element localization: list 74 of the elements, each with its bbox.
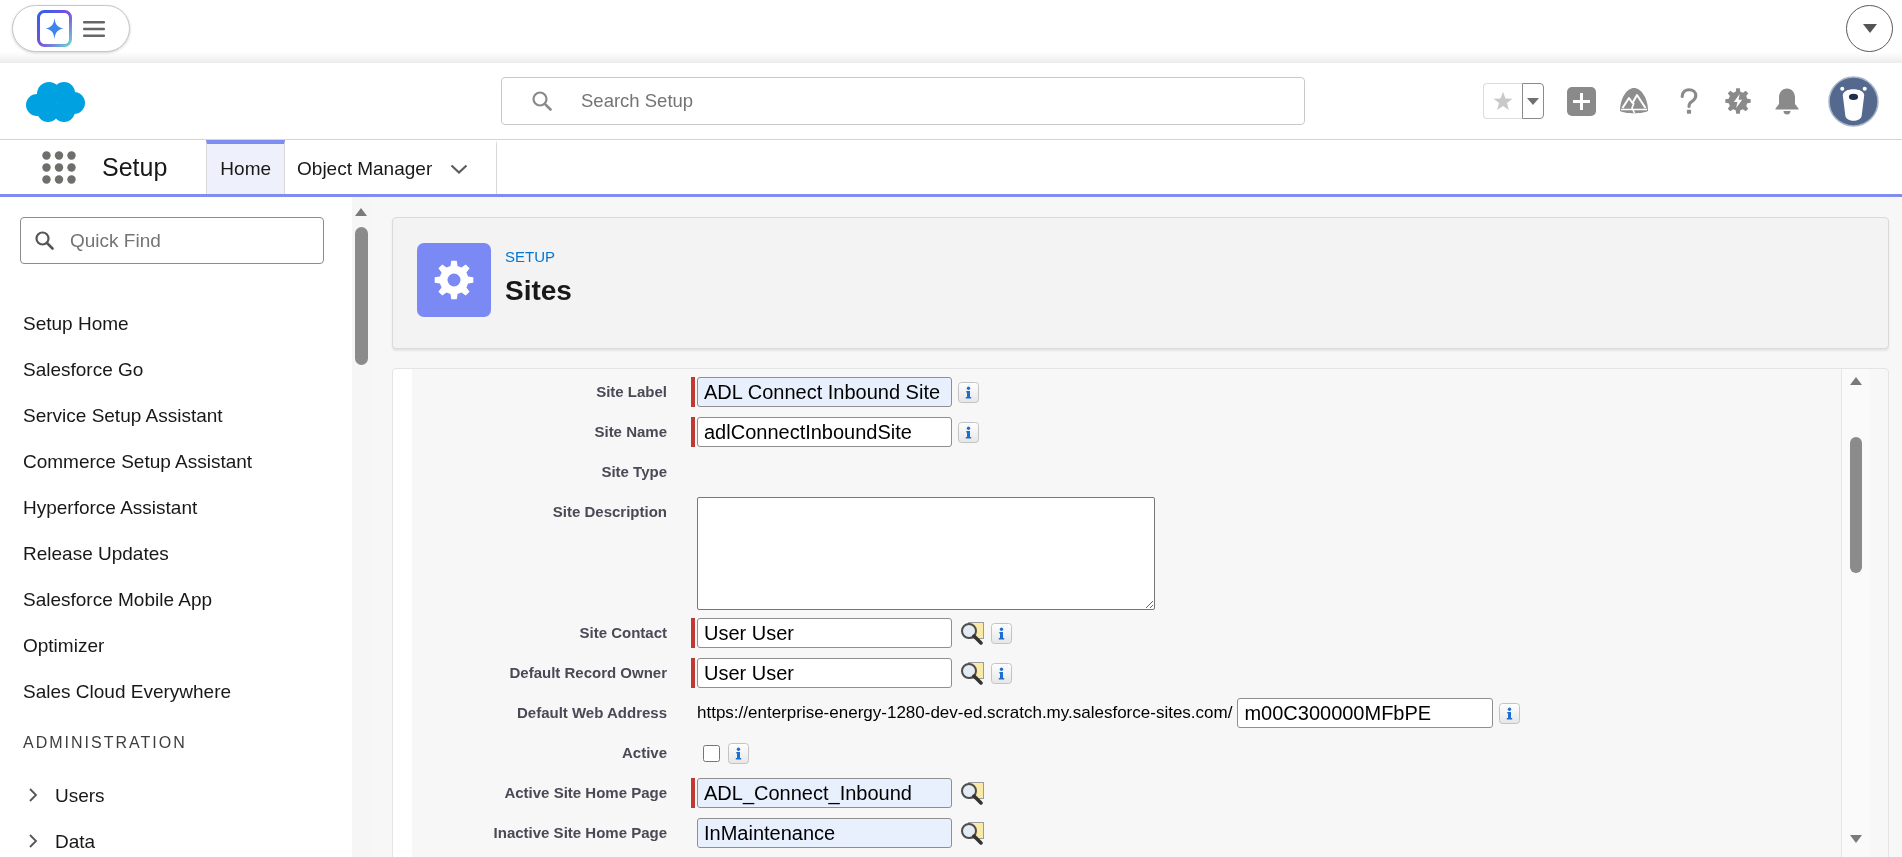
avatar-icon[interactable] [1828,75,1879,127]
star-icon [1493,91,1513,111]
lookup-icon[interactable] [959,781,985,805]
bell-icon[interactable] [1773,87,1801,115]
info-icon[interactable] [991,622,1012,644]
lookup-input[interactable]: ADL_Connect_Inbound [697,778,952,808]
field-label: Site Contact [579,624,667,641]
info-icon[interactable] [1499,702,1521,724]
info-icon[interactable] [958,421,979,443]
web-address-text: https://enterprise-energy-1280-dev-ed.scratch.my.salesforce-sites.com/ [697,703,1233,723]
sidebar-link[interactable]: Service Setup Assistant [23,403,223,427]
search-icon [532,91,552,111]
chevron-down-icon[interactable] [450,164,469,174]
field-label: Site Type [601,463,667,480]
caret-down-icon [1527,97,1539,105]
lookup-input[interactable]: User User [697,618,952,648]
sidebar-link[interactable]: Users [28,783,105,807]
checkbox[interactable] [703,744,720,762]
scrollbar-thumb[interactable] [1850,437,1862,573]
sidebar-link[interactable]: Optimizer [23,633,105,657]
lookup-input[interactable]: User User [697,658,952,688]
assistant-menu-button[interactable] [12,5,130,52]
sidebar-link[interactable]: Sales Cloud Everywhere [23,679,232,703]
scrollbar-thumb[interactable] [354,227,368,365]
field-label: Default Web Address [516,704,667,721]
sidebar-link[interactable]: Release Updates [23,541,169,565]
lookup-icon[interactable] [959,821,985,845]
search-field[interactable]: Search Setup [501,77,1305,125]
settings-icon[interactable] [1725,88,1751,114]
sidebar-link[interactable]: Data [28,829,96,853]
app-title: Setup [102,152,168,182]
field-label: Inactive Site Home Page [493,824,667,841]
info-icon[interactable] [728,742,749,764]
sidebar-link[interactable]: Salesforce Mobile App [23,587,213,611]
up-arrow-icon[interactable] [1850,377,1862,385]
field-label: Default Record Owner [509,664,667,681]
cloud-logo [24,79,86,123]
sparkle-icon [37,10,72,47]
app-launcher-icon[interactable] [42,150,76,184]
favorites-menu-button[interactable] [1522,83,1544,119]
section-heading: ADMINISTRATION [23,733,187,753]
sidebar-link[interactable]: Salesforce Go [23,357,144,381]
description-textarea[interactable] [697,497,1155,610]
lookup-icon[interactable] [959,621,985,645]
field-label: Active [621,744,667,761]
mountain-icon[interactable] [1619,87,1649,115]
info-icon[interactable] [991,662,1012,684]
field-label: Site Label [596,383,667,400]
caret-down-icon [1862,24,1877,33]
up-arrow-icon[interactable] [355,208,367,216]
section-label: SETUP [505,248,555,266]
lookup-input[interactable]: InMaintenance [697,818,952,848]
page-title: Sites [505,275,572,307]
text-input[interactable]: adlConnectInboundSite [697,417,952,447]
help-icon[interactable] [1679,86,1699,116]
sidebar-link[interactable]: Hyperforce Assistant [23,495,198,519]
search-icon [35,231,54,250]
text-input[interactable]: ADL Connect Inbound Site [697,377,952,407]
nav-tab[interactable]: Home [206,140,286,194]
field-label: Site Name [594,423,667,440]
menu-icon [83,20,105,37]
gear-icon [417,243,491,317]
down-arrow-icon[interactable] [1850,835,1862,843]
sidebar-link[interactable]: Commerce Setup Assistant [23,449,253,473]
plus-icon[interactable] [1567,86,1596,116]
scrollbar[interactable] [352,197,370,857]
lookup-icon[interactable] [959,661,985,685]
field-label: Active Site Home Page [504,784,667,801]
field-label: Site Description [552,503,667,520]
info-icon[interactable] [958,381,979,403]
text-input[interactable]: m00C300000MFbPE [1237,698,1494,728]
sidebar-link[interactable]: Setup Home [23,311,129,335]
quick-find-field[interactable]: Quick Find [20,217,324,264]
dropdown-button[interactable] [1846,5,1893,52]
